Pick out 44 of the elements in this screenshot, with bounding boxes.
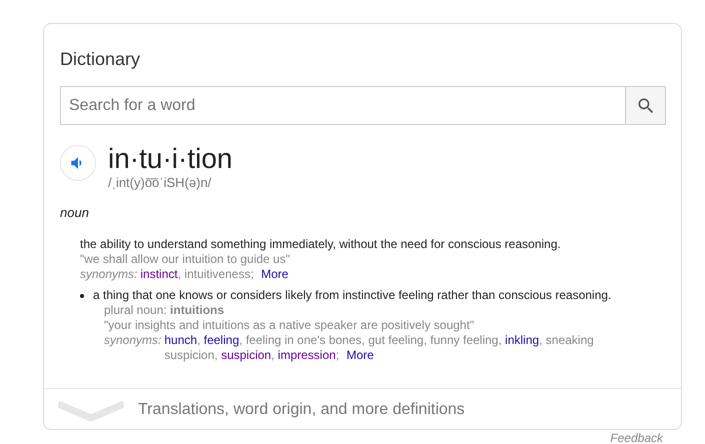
pronunciation: /ˌint(y)o͞oˈiSH(ə)n/ <box>108 175 212 191</box>
punctuation: ; <box>336 348 340 362</box>
synonym: feeling in one's bones <box>246 332 362 346</box>
punctuation: , <box>197 332 200 346</box>
synonym: suspicion <box>164 348 214 362</box>
synonym: gut feeling <box>368 332 424 346</box>
punctuation: , <box>539 332 542 346</box>
punctuation: , <box>239 332 242 346</box>
bullet-icon <box>80 294 84 298</box>
search-icon <box>636 96 656 116</box>
punctuation: , <box>178 266 182 280</box>
synonym-link[interactable]: inkling <box>505 332 540 346</box>
definition: a thing that one knows or considers likely from instinctive feeling rather than conscious reasoning. <box>93 288 612 302</box>
punctuation: , <box>498 332 502 346</box>
punctuation: , <box>214 348 218 362</box>
synonym: sneaking <box>546 332 594 346</box>
example-sentence: "your insights and intuitions as a native speaker are positively sought" <box>104 318 476 332</box>
card-title: Dictionary <box>60 48 142 71</box>
chevron-icon <box>58 398 124 420</box>
synonyms-label: synonyms: <box>104 332 162 348</box>
more-definitions-link[interactable]: Translations, word origin, and more definitions <box>138 398 465 422</box>
synonym: funny feeling <box>430 332 498 346</box>
plural-form: plural noun: intuitions <box>104 302 226 318</box>
synonym-link[interactable]: hunch <box>164 332 198 346</box>
feedback-link[interactable]: Feedback <box>610 432 663 444</box>
search-field[interactable]: Search for a word <box>60 86 625 125</box>
more-link[interactable]: More <box>261 266 288 280</box>
synonym: intuitiveness <box>184 266 250 280</box>
headword: in·tu·i·tion <box>108 143 232 175</box>
example-sentence: "we shall allow our intuition to guide us" <box>80 252 291 266</box>
search-button[interactable] <box>625 86 666 125</box>
synonym-link[interactable]: instinct <box>140 266 178 280</box>
speaker-button[interactable] <box>60 145 96 181</box>
definition: the ability to understand something immediately, without the need for conscious reasoning. <box>80 236 561 252</box>
synonym-link[interactable]: impression <box>278 348 336 362</box>
synonym-link[interactable]: feeling <box>204 332 240 346</box>
synonym-link[interactable]: suspicion <box>221 348 272 362</box>
punctuation: ; <box>250 266 254 280</box>
synonyms-label: synonyms: <box>80 266 138 282</box>
punctuation: , <box>424 332 427 346</box>
part-of-speech: noun <box>60 204 90 222</box>
punctuation: , <box>271 348 274 362</box>
more-link[interactable]: More <box>346 348 374 362</box>
punctuation: , <box>362 332 365 346</box>
